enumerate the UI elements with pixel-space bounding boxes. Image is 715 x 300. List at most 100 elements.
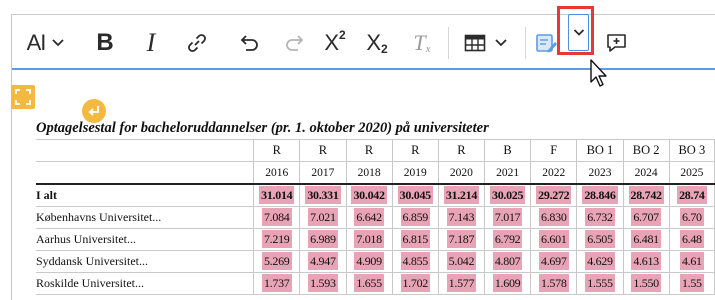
add-comment-button[interactable] [602,25,632,61]
value-cell[interactable]: 5.042 [437,250,486,273]
value-cell[interactable]: 7.143 [437,206,486,229]
highlighted-value: 28.742 [628,186,664,204]
highlighted-value: 30.045 [397,186,433,204]
header-cell[interactable]: 2018 [345,161,393,185]
value-cell[interactable]: 6.642 [345,206,393,229]
table-select-handle-icon[interactable] [11,85,35,109]
header-cell[interactable]: F [530,139,578,162]
table-row: Roskilde Universitet... 1.737 1.593 1.655 1.… [36,272,715,295]
value-cell[interactable]: 4.629 [576,250,624,273]
value-cell[interactable]: 6.601 [530,228,578,251]
value-cell[interactable]: 30.331 [299,183,347,207]
value-cell[interactable]: 4.807 [484,250,532,273]
value-cell[interactable]: 7.219 [253,228,301,251]
header-cell[interactable]: 2017 [299,161,347,185]
value-cell[interactable]: 6.732 [576,206,624,229]
header-cell[interactable]: 2024 [622,161,670,185]
header-cell[interactable]: 2021 [484,161,532,185]
value-cell[interactable]: 6.989 [299,228,347,251]
value-cell[interactable]: 6.70 [668,206,715,229]
value-cell[interactable]: 6.707 [622,206,670,229]
row-label-cell[interactable]: Roskilde Universitet... [36,272,255,295]
value-cell[interactable]: 6.481 [622,228,670,251]
value-cell[interactable]: 4.947 [299,250,347,273]
row-label-cell[interactable]: Syddansk Universitet... [36,250,255,273]
header-cell[interactable]: 2025 [668,161,715,185]
value-cell[interactable]: 28.846 [576,183,624,207]
bold-button[interactable]: B [91,25,119,61]
value-cell[interactable]: 1.609 [484,272,532,295]
value-cell[interactable]: 7.018 [345,228,393,251]
value-cell[interactable]: 31.214 [437,183,486,207]
value-cell[interactable]: 6.830 [530,206,578,229]
value-cell[interactable]: 7.021 [299,206,347,229]
value-cell[interactable]: 29.272 [530,183,578,207]
header-cell[interactable]: R [299,139,347,162]
value-cell[interactable]: 7.017 [484,206,532,229]
header-label-cell[interactable] [36,139,255,162]
value-cell[interactable]: 28.74 [668,183,715,207]
value-cell[interactable]: 4.613 [622,250,670,273]
value-cell[interactable]: 28.742 [622,183,670,207]
value-cell[interactable]: 1.555 [576,272,624,295]
value-cell[interactable]: 1.702 [391,272,439,295]
value-cell[interactable]: 4.855 [391,250,439,273]
value-cell[interactable]: 6.48 [668,228,715,251]
highlighted-value: 1.593 [308,274,338,292]
select-corners-icon [15,89,31,105]
header-cell[interactable]: BO 2 [622,139,670,162]
row-label-cell[interactable]: Københavns Universitet... [36,206,255,229]
value-cell[interactable]: 1.655 [345,272,393,295]
value-cell[interactable]: 1.577 [437,272,486,295]
header-cell[interactable]: R [391,139,439,162]
value-cell[interactable]: 7.187 [437,228,486,251]
value-cell[interactable]: 5.269 [253,250,301,273]
value-cell[interactable]: 30.042 [345,183,393,207]
header-cell[interactable]: 2016 [253,161,301,185]
value-cell[interactable]: 30.025 [484,183,532,207]
highlighted-value: 6.601 [539,230,569,248]
table-caption: Optagelsestal for bacheloruddannelser (p… [36,120,489,136]
highlighted-value: 6.859 [400,208,431,226]
header-cell[interactable]: 2020 [437,161,486,185]
highlighted-value: 7.187 [446,230,477,248]
value-cell[interactable]: 1.578 [530,272,578,295]
header-cell[interactable]: 2023 [576,161,624,185]
highlighted-value: 4.909 [354,252,384,270]
italic-button[interactable]: I [137,25,165,61]
value-cell[interactable]: 6.859 [391,206,439,229]
value-cell[interactable]: 6.815 [391,228,439,251]
header-cell[interactable]: BO 3 [668,139,715,162]
insert-table-dropdown[interactable] [458,25,514,61]
value-cell[interactable]: 4.909 [345,250,393,273]
value-cell[interactable]: 31.014 [253,183,301,207]
header-cell[interactable]: 2019 [391,161,439,185]
value-cell[interactable]: 4.61 [668,250,715,273]
value-cell[interactable]: 30.045 [391,183,439,207]
header-cell[interactable]: R [437,139,486,162]
redo-button[interactable] [280,25,310,61]
header-cell[interactable]: R [345,139,393,162]
value-cell[interactable]: 6.505 [576,228,624,251]
subscript-button[interactable]: X2 [361,25,393,61]
value-cell[interactable]: 7.084 [253,206,301,229]
row-label-cell[interactable]: Aarhus Universitet... [36,228,255,251]
row-label-cell[interactable]: I alt [36,183,255,207]
font-size-dropdown[interactable]: AI [18,25,74,61]
value-cell[interactable]: 6.792 [484,228,532,251]
table-row: Syddansk Universitet... 5.269 4.947 4.909 4.… [36,250,715,273]
header-cell[interactable]: B [484,139,532,162]
header-label-cell[interactable] [36,161,255,185]
superscript-button[interactable]: X2 [319,25,351,61]
header-cell[interactable]: R [253,139,301,162]
value-cell[interactable]: 1.55 [668,272,715,295]
value-cell[interactable]: 4.697 [530,250,578,273]
link-button[interactable] [182,25,212,61]
value-cell[interactable]: 1.593 [299,272,347,295]
header-cell[interactable]: BO 1 [576,139,624,162]
value-cell[interactable]: 1.550 [622,272,670,295]
header-cell[interactable]: 2022 [530,161,578,185]
value-cell[interactable]: 1.737 [253,272,301,295]
undo-button[interactable] [234,25,264,61]
clear-formatting-button[interactable]: Tx [408,25,436,61]
